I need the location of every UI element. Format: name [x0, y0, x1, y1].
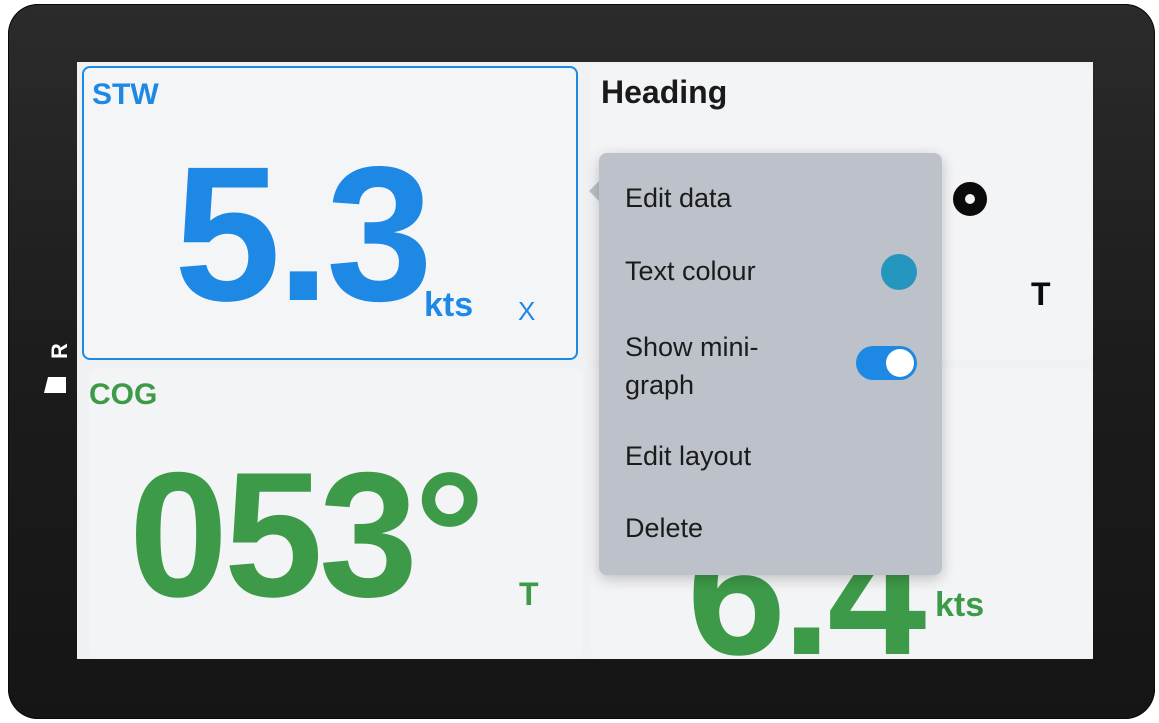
context-menu: Edit data Text colour Show mini-graph Ed… — [599, 153, 942, 575]
degree-symbol-icon — [953, 182, 987, 216]
text-colour-swatch[interactable] — [881, 254, 917, 290]
menu-item-text-colour[interactable]: Text colour — [625, 256, 756, 287]
brand-logo-icon: R — [44, 343, 70, 393]
stw-label: STW — [92, 78, 159, 111]
menu-item-delete[interactable]: Delete — [625, 513, 703, 544]
svg-text:R: R — [47, 343, 70, 359]
stw-unit: kts — [424, 286, 474, 324]
heading-unit: T — [1031, 276, 1051, 312]
heading-label: Heading — [601, 74, 728, 110]
sog-unit: kts — [935, 586, 985, 624]
mini-graph-toggle[interactable] — [856, 346, 917, 380]
menu-item-edit-layout[interactable]: Edit layout — [625, 441, 751, 472]
menu-item-show-mini-graph[interactable]: Show mini-graph — [625, 328, 825, 404]
cog-unit: T — [519, 576, 539, 612]
cog-value: 053° — [129, 435, 485, 634]
stw-close-icon[interactable]: X — [518, 296, 535, 327]
cog-label: COG — [89, 378, 158, 411]
stw-value: 5.3 — [174, 126, 433, 341]
menu-item-edit-data[interactable]: Edit data — [625, 183, 732, 214]
toggle-knob — [886, 349, 914, 377]
tile-cog[interactable]: COG 053° T — [89, 368, 583, 659]
tile-stw[interactable]: STW 5.3 kts X — [82, 66, 578, 360]
